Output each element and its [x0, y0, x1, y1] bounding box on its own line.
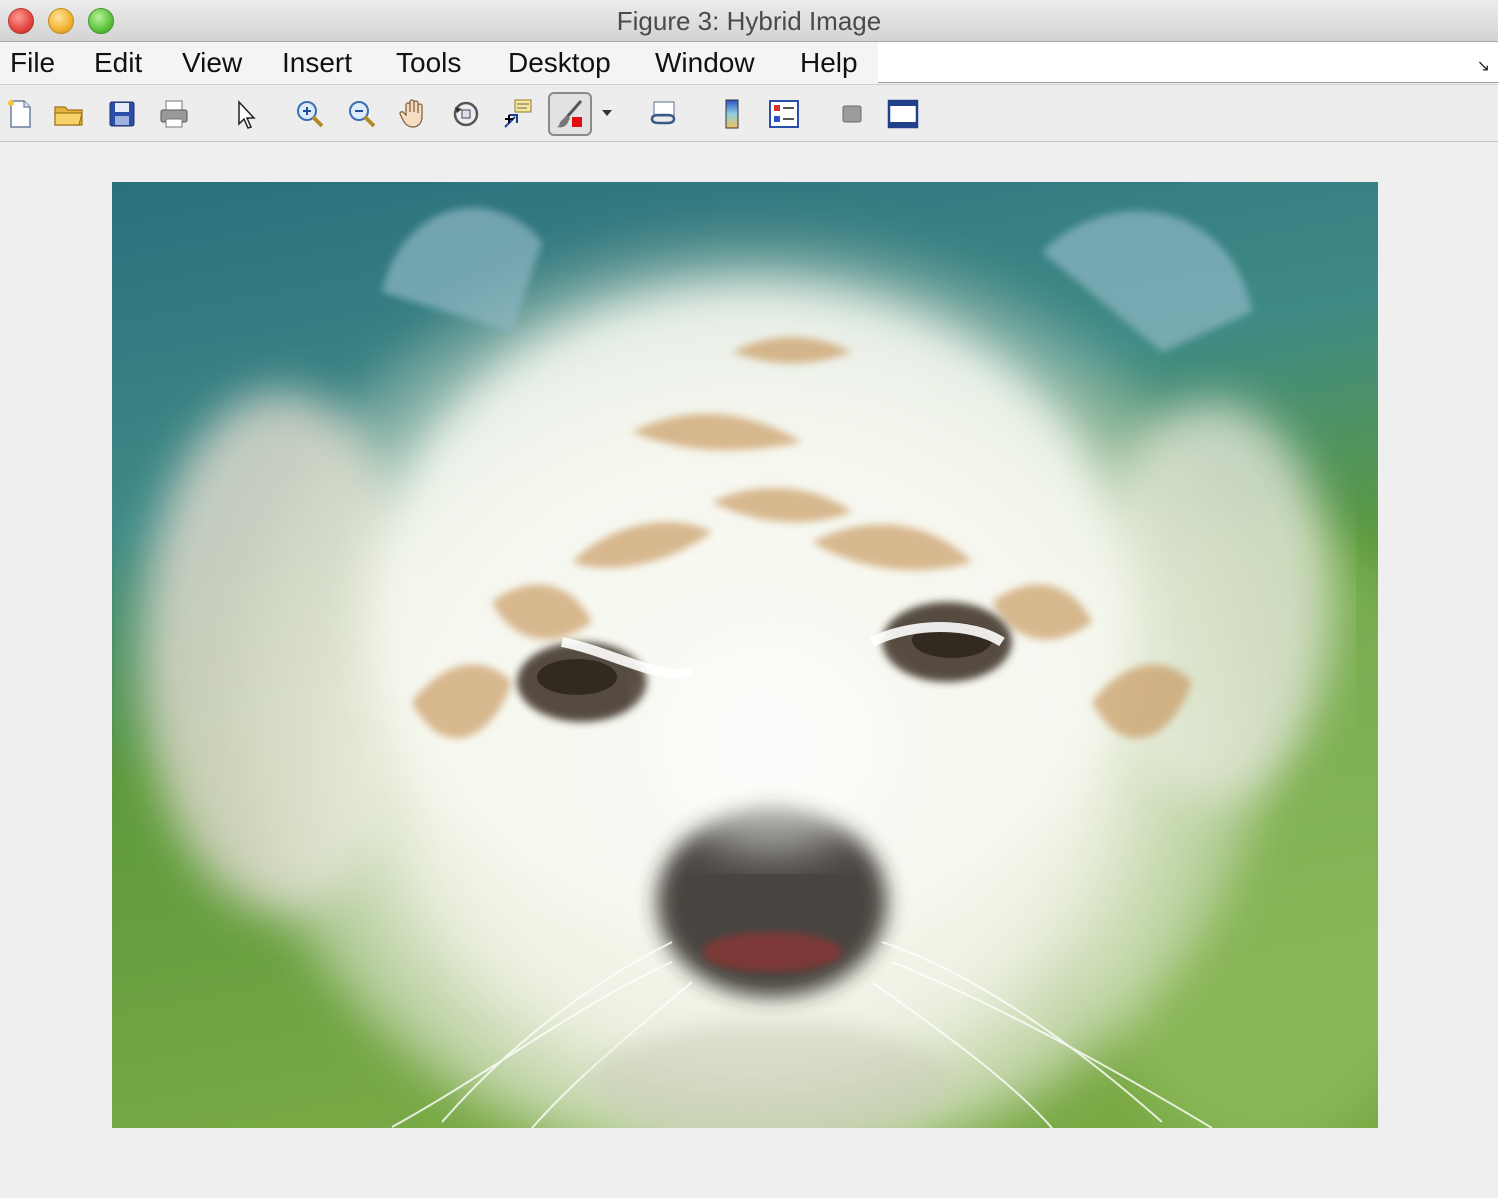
save-icon[interactable]	[102, 94, 142, 134]
menu-bar-fill	[878, 42, 1498, 83]
brush-icon[interactable]	[548, 92, 592, 136]
menu-file[interactable]: File	[10, 47, 55, 79]
menu-desktop[interactable]: Desktop	[508, 47, 611, 79]
zoom-out-icon[interactable]	[342, 94, 382, 134]
open-folder-icon[interactable]	[49, 94, 89, 134]
hybrid-image-graphic	[112, 182, 1378, 1128]
legend-icon[interactable]	[764, 94, 804, 134]
menu-insert[interactable]: Insert	[282, 47, 352, 79]
show-tools-icon[interactable]	[883, 94, 923, 134]
menu-help[interactable]: Help	[800, 47, 858, 79]
data-cursor-icon[interactable]	[498, 94, 538, 134]
menu-window[interactable]: Window	[655, 47, 755, 79]
menu-tools[interactable]: Tools	[396, 47, 461, 79]
title-bar: Figure 3: Hybrid Image	[0, 0, 1498, 42]
hide-tools-icon[interactable]	[832, 94, 872, 134]
arrow-pointer-icon[interactable]	[224, 94, 264, 134]
figure-toolbar	[0, 86, 1498, 142]
hand-icon[interactable]	[394, 94, 434, 134]
link-icon[interactable]	[643, 94, 683, 134]
zoom-in-icon[interactable]	[290, 94, 330, 134]
new-file-icon[interactable]	[0, 94, 40, 134]
brush-dropdown-icon[interactable]	[602, 110, 612, 116]
window-title: Figure 3: Hybrid Image	[616, 6, 882, 36]
menu-bar: File Edit View Insert Tools Desktop Wind…	[0, 42, 1498, 85]
printer-icon[interactable]	[154, 94, 194, 134]
rotate-3d-icon[interactable]	[446, 94, 486, 134]
menu-edit[interactable]: Edit	[94, 47, 142, 79]
colorbar-icon[interactable]	[712, 94, 752, 134]
menu-view[interactable]: View	[182, 47, 242, 79]
hybrid-image[interactable]	[112, 182, 1378, 1128]
dock-figure-icon[interactable]: ↘	[1477, 56, 1490, 76]
